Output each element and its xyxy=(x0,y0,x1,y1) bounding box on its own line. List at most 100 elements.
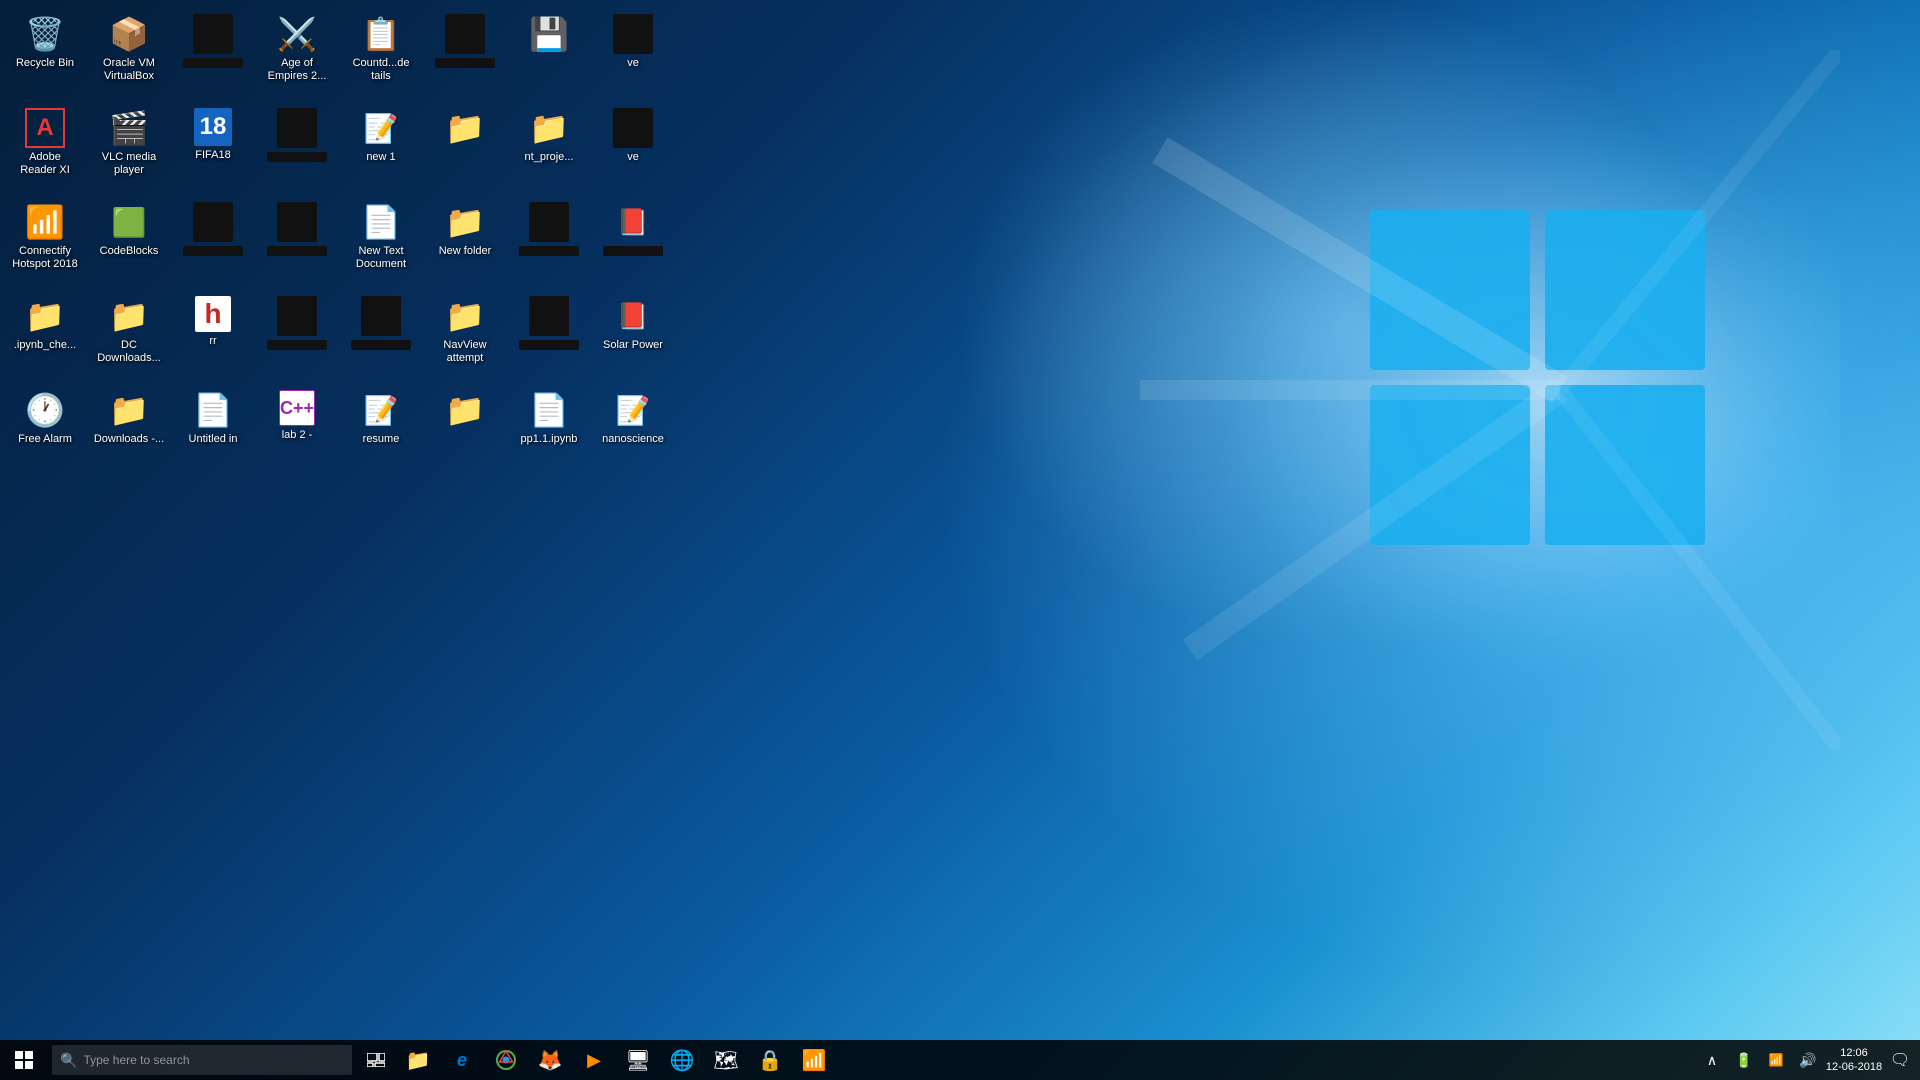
vlc-icon: 🎬 xyxy=(109,108,149,148)
tray-clock[interactable]: 12:06 12-06-2018 xyxy=(1824,1040,1884,1080)
icon-word-redacted-5[interactable] xyxy=(341,292,421,382)
navview-attempt-icon: 📁 xyxy=(445,296,485,336)
icon-dc-downloads[interactable]: 📁 DCDownloads... xyxy=(89,292,169,382)
file-explorer-icon: 📁 xyxy=(406,1048,431,1073)
icon-recycle-bin[interactable]: 🗑️ Recycle Bin xyxy=(5,10,85,100)
notification-icon: 🗨 xyxy=(1890,1050,1910,1070)
search-input[interactable] xyxy=(83,1053,303,1067)
icon-label: resume xyxy=(363,433,400,446)
icon-label: Free Alarm xyxy=(18,433,72,446)
tray-battery[interactable]: 🔋 xyxy=(1728,1040,1760,1080)
icon-resume[interactable]: 📝 resume xyxy=(341,386,421,476)
age-of-empires-icon: ⚔️ xyxy=(277,14,317,54)
taskbar-file-explorer[interactable]: 📁 xyxy=(396,1040,440,1080)
cpp-lab2-icon: C++ xyxy=(279,390,315,426)
icon-word-redacted-3[interactable] xyxy=(257,198,337,288)
desktop-icons-area: 🗑️ Recycle Bin 📦 Oracle VMVirtualBox ⚔️ … xyxy=(0,0,700,900)
folder-redacted-3-icon xyxy=(529,202,569,242)
taskbar-wifi-app[interactable]: 📶 xyxy=(792,1040,836,1080)
search-icon: 🔍 xyxy=(60,1052,77,1069)
icon-connectify[interactable]: 📶 ConnectifyHotspot 2018 xyxy=(5,198,85,288)
chrome-icon xyxy=(496,1050,516,1070)
icon-disk[interactable]: 💾 xyxy=(509,10,589,100)
word-redacted-6-icon xyxy=(529,296,569,336)
icon-free-alarm[interactable]: 🕐 Free Alarm xyxy=(5,386,85,476)
icon-redacted-app2[interactable]: ve xyxy=(593,10,673,100)
icon-codeblocks[interactable]: 🟩 CodeBlocks xyxy=(89,198,169,288)
untitled-icon: 📄 xyxy=(193,390,233,430)
icon-new1[interactable]: 📝 new 1 xyxy=(341,104,421,194)
vlc-taskbar-icon: ▶ xyxy=(587,1050,601,1071)
icon-solar-power[interactable]: 📕 Solar Power xyxy=(593,292,673,382)
icon-label-redacted xyxy=(351,340,411,350)
icon-pp1-ipynb[interactable]: 📄 pp1.1.ipynb xyxy=(509,386,589,476)
icon-oracle-vm[interactable]: 📦 Oracle VMVirtualBox xyxy=(89,10,169,100)
icon-new-text-document[interactable]: 📄 New TextDocument xyxy=(341,198,421,288)
taskbar-firefox[interactable]: 🦊 xyxy=(528,1040,572,1080)
text-redacted-1-icon xyxy=(193,202,233,242)
nanoscience-icon: 📝 xyxy=(613,390,653,430)
app8-icon: 🗺 xyxy=(713,1048,738,1073)
icon-label: AdobeReader XI xyxy=(20,151,70,177)
firefox-icon: 🦊 xyxy=(538,1048,563,1073)
icon-label: NavViewattempt xyxy=(443,339,486,365)
taskbar-app7[interactable]: 🌐 xyxy=(660,1040,704,1080)
icon-redacted-app1[interactable] xyxy=(425,10,505,100)
icon-new-folder[interactable]: 📁 New folder xyxy=(425,198,505,288)
word-redacted-1-icon xyxy=(277,108,317,148)
icon-h-file[interactable]: h rr xyxy=(173,292,253,382)
icon-vlc[interactable]: 🎬 VLC mediaplayer xyxy=(89,104,169,194)
start-button[interactable] xyxy=(0,1040,48,1080)
icon-folder-redacted-3[interactable] xyxy=(509,198,589,288)
taskbar-app9[interactable]: 🔒 xyxy=(748,1040,792,1080)
taskbar-pinned-apps: 📁 e 🦊 ▶ 🖥 🌐 xyxy=(396,1040,836,1080)
icon-word-redacted-4[interactable] xyxy=(257,292,337,382)
icon-label: nanoscience xyxy=(602,433,664,446)
icon-folder-redacted-4[interactable]: 📁 xyxy=(425,386,505,476)
redacted-app1-icon xyxy=(445,14,485,54)
icon-label: New folder xyxy=(439,245,492,258)
task-view-button[interactable] xyxy=(356,1040,396,1080)
icon-word-redacted-2[interactable]: ve xyxy=(593,104,673,194)
taskbar-app8[interactable]: 🗺 xyxy=(704,1040,748,1080)
wifi-icon: 📶 xyxy=(802,1048,827,1073)
desktop: 🗑️ Recycle Bin 📦 Oracle VMVirtualBox ⚔️ … xyxy=(0,0,1920,1080)
folder-redacted-1-icon xyxy=(193,14,233,54)
tray-network[interactable]: 📶 xyxy=(1760,1040,1792,1080)
icon-label: Recycle Bin xyxy=(16,57,74,70)
taskbar-vlc[interactable]: ▶ xyxy=(572,1040,616,1080)
icon-label-redacted xyxy=(435,58,495,68)
taskbar-search-bar[interactable]: 🔍 xyxy=(52,1045,352,1075)
icon-cpp-lab2[interactable]: C++ lab 2 - xyxy=(257,386,337,476)
icon-label: ve xyxy=(627,57,639,70)
edge-icon: e xyxy=(457,1050,467,1071)
icon-nanoscience[interactable]: 📝 nanoscience xyxy=(593,386,673,476)
icon-folder-redacted-1[interactable] xyxy=(173,10,253,100)
free-alarm-icon: 🕐 xyxy=(25,390,65,430)
tray-notification-center[interactable]: 🗨 xyxy=(1884,1040,1916,1080)
icon-label-redacted xyxy=(267,340,327,350)
taskbar-chrome[interactable] xyxy=(484,1040,528,1080)
icon-fifa18[interactable]: 18 FIFA18 xyxy=(173,104,253,194)
tray-expand-button[interactable]: ∧ xyxy=(1696,1040,1728,1080)
icon-pdf-redacted-1[interactable]: 📕 xyxy=(593,198,673,288)
app6-icon: 🖥 xyxy=(625,1048,650,1073)
task-view-icon xyxy=(367,1053,385,1067)
icon-countdown-details[interactable]: 📋 Countd...details xyxy=(341,10,421,100)
icon-adobe-reader[interactable]: A AdobeReader XI xyxy=(5,104,85,194)
icon-nt-project[interactable]: 📁 nt_proje... xyxy=(509,104,589,194)
pp1-ipynb-icon: 📄 xyxy=(529,390,569,430)
icon-navview-attempt[interactable]: 📁 NavViewattempt xyxy=(425,292,505,382)
taskbar-app6[interactable]: 🖥 xyxy=(616,1040,660,1080)
icon-word-redacted-6[interactable] xyxy=(509,292,589,382)
icon-ipynb-che[interactable]: 📁 .ipynb_che... xyxy=(5,292,85,382)
icon-age-of-empires[interactable]: ⚔️ Age ofEmpires 2... xyxy=(257,10,337,100)
icon-word-redacted-1[interactable] xyxy=(257,104,337,194)
tray-volume[interactable]: 🔊 xyxy=(1792,1040,1824,1080)
icon-folder-redacted-2[interactable]: 📁 xyxy=(425,104,505,194)
icon-downloads-folder[interactable]: 📁 Downloads -... xyxy=(89,386,169,476)
taskbar-edge[interactable]: e xyxy=(440,1040,484,1080)
codeblocks-icon: 🟩 xyxy=(109,202,149,242)
icon-untitled[interactable]: 📄 Untitled in xyxy=(173,386,253,476)
icon-text-redacted-1[interactable] xyxy=(173,198,253,288)
